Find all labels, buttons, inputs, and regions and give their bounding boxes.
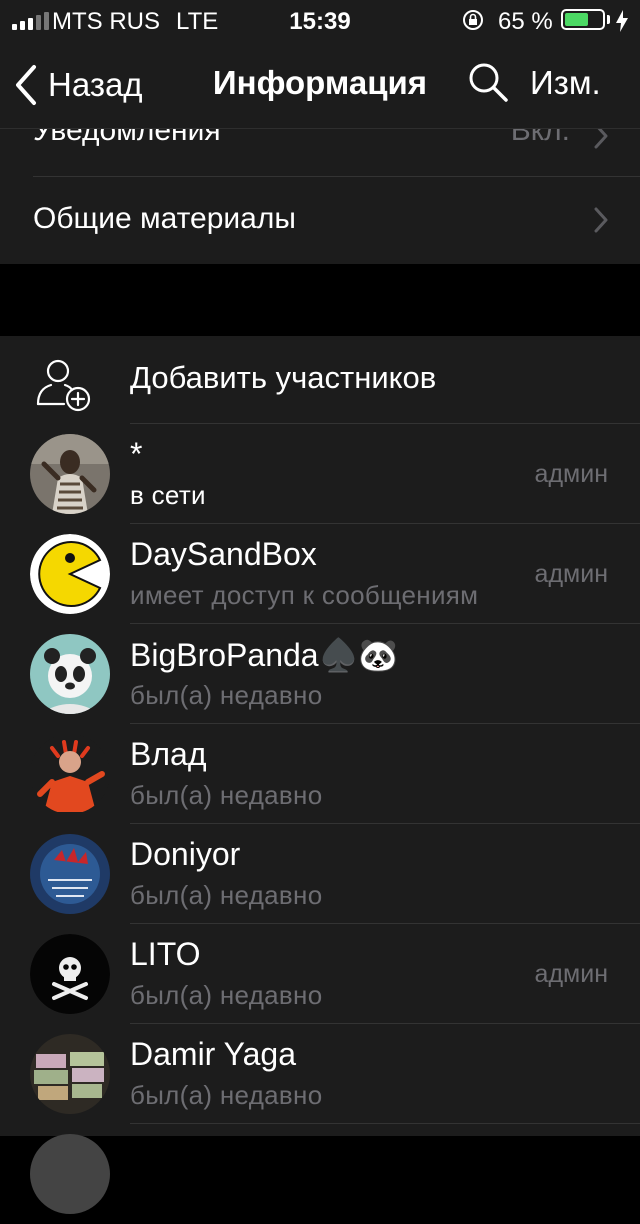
settings-group: Уведомления Вкл. Общие материалы [0, 129, 640, 264]
admin-badge: админ [534, 960, 608, 988]
member-status: был(а) недавно [130, 880, 323, 910]
avatar [30, 934, 110, 1014]
chevron-right-icon [594, 129, 608, 149]
chevron-right-icon [594, 207, 608, 233]
member-name: Doniyor [130, 836, 241, 872]
admin-badge: админ [534, 460, 608, 488]
member-status: в сети [130, 480, 206, 510]
member-status: был(а) недавно [130, 780, 323, 810]
avatar [30, 534, 110, 614]
back-button[interactable]: Назад [14, 60, 143, 110]
money-stack-icon [30, 1034, 110, 1114]
notifications-label: Уведомления [33, 129, 221, 147]
shared-media-label: Общие материалы [33, 202, 296, 235]
member-name: Влад [130, 736, 207, 772]
chevron-left-icon [16, 65, 36, 105]
avatar [30, 734, 110, 814]
skull-icon [30, 934, 110, 1014]
members-group: Добавить участников * в сети админ DaySa… [0, 336, 640, 1214]
notifications-value: Вкл. [510, 129, 570, 147]
member-name: BigBroPanda♠️🐼 [130, 637, 399, 673]
add-members-button[interactable]: Добавить участников [0, 336, 640, 424]
rotation-lock-icon [463, 10, 483, 30]
battery-tip [607, 15, 610, 24]
search-icon[interactable] [466, 60, 510, 104]
member-status: имеет доступ к сообщениям [130, 580, 479, 610]
red-figure-icon [30, 734, 110, 814]
battery-level-fill [565, 13, 588, 26]
avatar-photo-icon [30, 434, 110, 514]
member-row[interactable]: Влад был(а) недавно [0, 724, 640, 824]
battery-icon [561, 9, 605, 30]
avatar [30, 634, 110, 714]
avatar [30, 1034, 110, 1114]
battery-percentage: 65 % [498, 8, 553, 35]
shared-media-row[interactable]: Общие материалы [0, 177, 640, 264]
artwork-icon [30, 834, 110, 914]
member-row[interactable]: * в сети админ [0, 424, 640, 524]
member-name: * [130, 436, 143, 472]
notifications-row[interactable]: Уведомления Вкл. [0, 129, 640, 176]
member-row[interactable] [0, 1124, 640, 1224]
pacman-icon [30, 534, 110, 614]
member-name: Damir Yaga [130, 1036, 296, 1072]
edit-button[interactable]: Изм. [530, 64, 601, 102]
member-row[interactable]: Damir Yaga был(а) недавно [0, 1024, 640, 1124]
back-label: Назад [48, 66, 143, 103]
navigation-bar: Назад Информация Изм. [0, 40, 640, 129]
member-row[interactable]: DaySandBox имеет доступ к сообщениям адм… [0, 524, 640, 624]
member-row[interactable]: Doniyor был(а) недавно [0, 824, 640, 924]
status-bar: MTS RUS LTE 15:39 65 % [0, 0, 640, 40]
add-members-label: Добавить участников [130, 360, 437, 395]
avatar [30, 434, 110, 514]
member-row[interactable]: BigBroPanda♠️🐼 был(а) недавно [0, 624, 640, 724]
member-status: был(а) недавно [130, 680, 323, 710]
member-status: был(а) недавно [130, 1080, 323, 1110]
avatar [30, 1134, 110, 1214]
add-user-icon [36, 359, 91, 412]
member-name: DaySandBox [130, 536, 317, 572]
panda-icon [30, 634, 110, 714]
member-status: был(а) недавно [130, 980, 323, 1010]
member-name: LITO [130, 936, 201, 972]
charging-bolt-icon [616, 10, 628, 32]
avatar [30, 834, 110, 914]
member-row[interactable]: LITO был(а) недавно админ [0, 924, 640, 1024]
admin-badge: админ [534, 560, 608, 588]
